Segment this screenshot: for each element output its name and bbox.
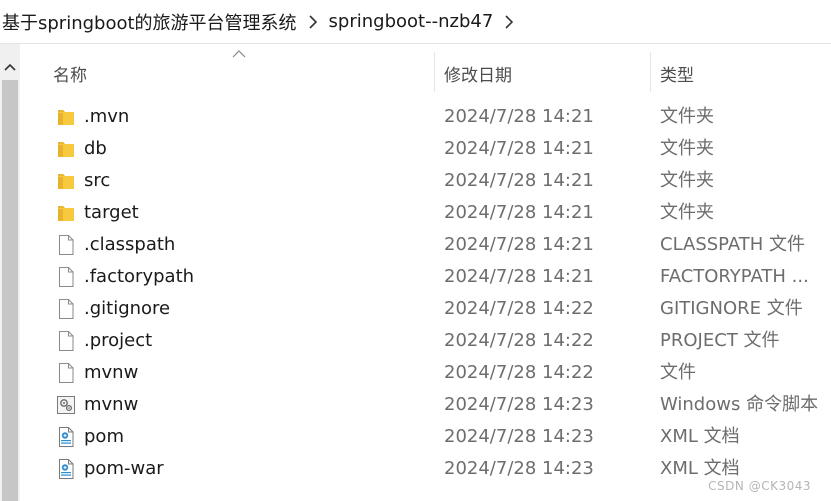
- file-icon: [56, 362, 76, 384]
- file-name: .factorypath: [84, 266, 195, 287]
- folder-icon: [56, 170, 76, 192]
- file-row[interactable]: .classpath 2024/7/28 14:21 CLASSPATH 文件: [20, 229, 831, 261]
- file-modified-date: 2024/7/28 14:21: [444, 202, 594, 223]
- file-list: .mvn 2024/7/28 14:21 文件夹 db 2024/7/28 14:21 文…: [20, 101, 831, 485]
- file-modified-date: 2024/7/28 14:22: [444, 298, 594, 319]
- file-modified-date: 2024/7/28 14:21: [444, 170, 594, 191]
- column-divider[interactable]: [650, 52, 651, 92]
- sort-ascending-icon: [232, 50, 246, 58]
- file-row[interactable]: db 2024/7/28 14:21 文件夹: [20, 133, 831, 165]
- chevron-right-icon[interactable]: [495, 14, 523, 29]
- file-icon: [56, 234, 76, 256]
- file-type: XML 文档: [660, 426, 740, 447]
- file-row[interactable]: .project 2024/7/28 14:22 PROJECT 文件: [20, 325, 831, 357]
- scrollbar-thumb[interactable]: [2, 80, 18, 501]
- file-row[interactable]: .mvn 2024/7/28 14:21 文件夹: [20, 101, 831, 133]
- file-row[interactable]: mvnw 2024/7/28 14:22 文件: [20, 357, 831, 389]
- file-name: pom: [84, 426, 124, 447]
- file-type: 文件夹: [660, 202, 714, 223]
- file-name: db: [84, 138, 107, 159]
- file-modified-date: 2024/7/28 14:21: [444, 138, 594, 159]
- folder-icon: [56, 202, 76, 224]
- file-name: mvnw: [84, 394, 139, 415]
- file-name: .gitignore: [84, 298, 171, 319]
- file-icon: [56, 298, 76, 320]
- file-type: CLASSPATH 文件: [660, 234, 806, 255]
- file-modified-date: 2024/7/28 14:21: [444, 266, 594, 287]
- breadcrumb: 基于springboot的旅游平台管理系统 springboot--nzb47: [0, 0, 831, 44]
- file-type: Windows 命令脚本: [660, 394, 819, 415]
- file-icon: [56, 266, 76, 288]
- file-row[interactable]: target 2024/7/28 14:21 文件夹: [20, 197, 831, 229]
- file-type: 文件夹: [660, 170, 714, 191]
- file-name: .classpath: [84, 234, 176, 255]
- file-row[interactable]: src 2024/7/28 14:21 文件夹: [20, 165, 831, 197]
- file-name: target: [84, 202, 139, 223]
- file-modified-date: 2024/7/28 14:23: [444, 426, 594, 447]
- file-type: 文件夹: [660, 106, 714, 127]
- breadcrumb-item-project[interactable]: 基于springboot的旅游平台管理系统: [0, 9, 299, 35]
- watermark: CSDN @CK3043: [708, 479, 811, 493]
- folder-icon: [56, 138, 76, 160]
- file-type: FACTORYPATH ...: [660, 266, 809, 287]
- file-row[interactable]: mvnw 2024/7/28 14:23 Windows 命令脚本: [20, 389, 831, 421]
- file-name: src: [84, 170, 111, 191]
- file-row[interactable]: .gitignore 2024/7/28 14:22 GITIGNORE 文件: [20, 293, 831, 325]
- chevron-right-icon[interactable]: [299, 14, 327, 29]
- file-name: mvnw: [84, 362, 139, 383]
- column-header-type[interactable]: 类型: [660, 58, 694, 88]
- file-modified-date: 2024/7/28 14:21: [444, 106, 594, 127]
- file-modified-date: 2024/7/28 14:21: [444, 234, 594, 255]
- breadcrumb-item-folder[interactable]: springboot--nzb47: [327, 11, 496, 32]
- file-icon: [56, 330, 76, 352]
- folder-icon: [56, 106, 76, 128]
- file-row[interactable]: .factorypath 2024/7/28 14:21 FACTORYPATH .…: [20, 261, 831, 293]
- file-row[interactable]: pom 2024/7/28 14:23 XML 文档: [20, 421, 831, 453]
- file-type: 文件夹: [660, 138, 714, 159]
- column-header-name[interactable]: 名称: [53, 58, 87, 88]
- column-divider[interactable]: [434, 52, 435, 92]
- xml-icon: [56, 458, 76, 480]
- file-modified-date: 2024/7/28 14:23: [444, 394, 594, 415]
- file-modified-date: 2024/7/28 14:22: [444, 362, 594, 383]
- column-header-date[interactable]: 修改日期: [444, 58, 512, 88]
- file-name: .project: [84, 330, 153, 351]
- file-type: PROJECT 文件: [660, 330, 780, 351]
- file-name: .mvn: [84, 106, 130, 127]
- file-type: 文件: [660, 362, 696, 383]
- scroll-up-arrow-icon[interactable]: [0, 54, 20, 80]
- file-modified-date: 2024/7/28 14:23: [444, 458, 594, 479]
- file-modified-date: 2024/7/28 14:22: [444, 330, 594, 351]
- file-name: pom-war: [84, 458, 164, 479]
- xml-icon: [56, 426, 76, 448]
- file-type: GITIGNORE 文件: [660, 298, 803, 319]
- script-icon: [56, 394, 76, 416]
